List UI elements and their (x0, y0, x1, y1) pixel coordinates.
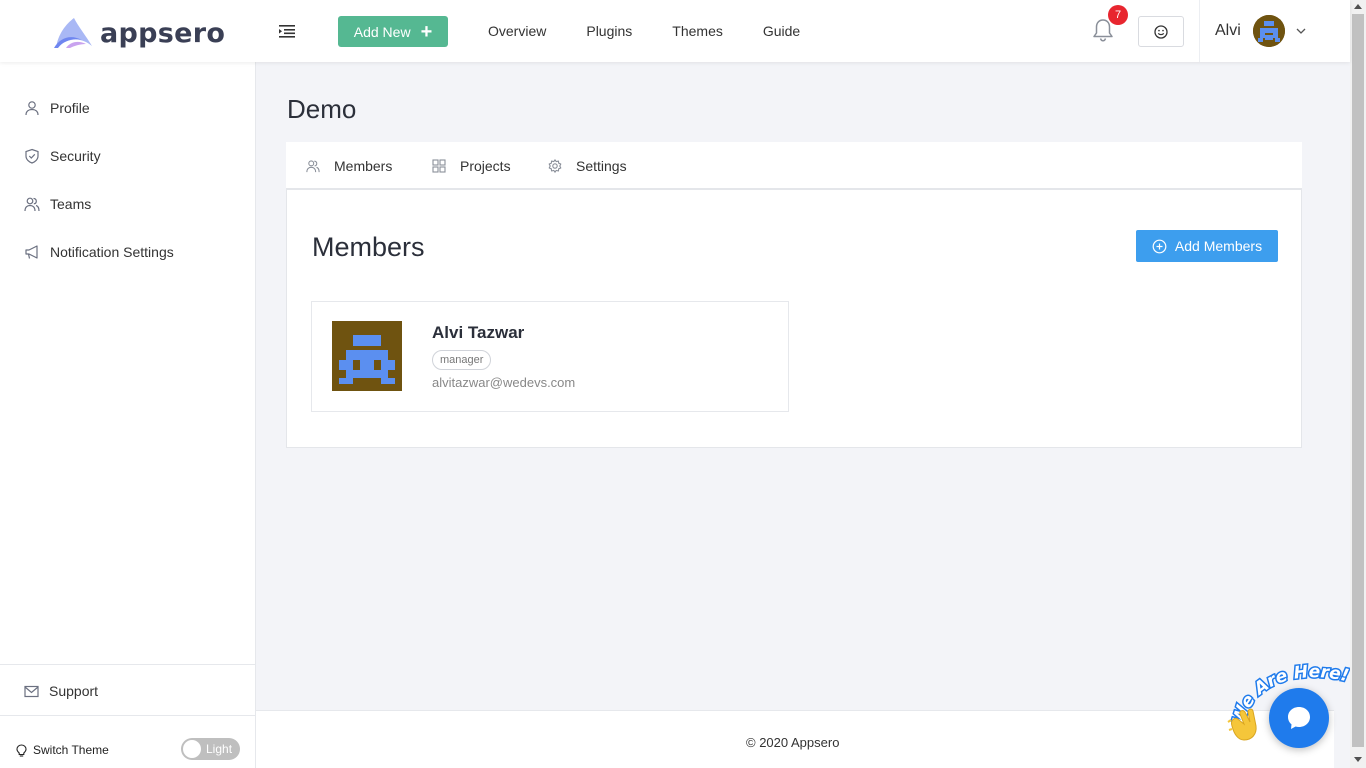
sidebar-item-label: Notification Settings (50, 244, 174, 260)
switch-theme-row: Switch Theme Light (16, 738, 246, 764)
brand-name: appsero (100, 17, 226, 49)
nav-overview[interactable]: Overview (488, 23, 546, 39)
appsero-logo[interactable]: appsero (52, 16, 225, 50)
sidebar: Profile Security Teams Notification Sett… (0, 62, 256, 768)
member-name: Alvi Tazwar (432, 323, 525, 342)
sidebar-item-security[interactable]: Security (24, 148, 101, 164)
menu-toggle-icon[interactable] (278, 22, 296, 40)
add-members-label: Add Members (1174, 238, 1263, 254)
add-new-label: Add New (353, 23, 411, 40)
chat-icon (1288, 707, 1310, 729)
support-label: Support (49, 683, 99, 699)
sidebar-item-teams[interactable]: Teams (24, 196, 91, 212)
user-name[interactable]: Alvi (1215, 22, 1241, 40)
add-new-button[interactable]: Add New + (338, 16, 448, 47)
page-title: Demo (287, 94, 357, 124)
toggle-knob (183, 740, 201, 758)
member-email: alvitazwar@wedevs.com (432, 375, 576, 390)
team-icon (306, 160, 320, 173)
appsero-logo-icon (54, 18, 92, 48)
chat-launcher-button[interactable] (1269, 688, 1329, 748)
scroll-up-arrow-icon[interactable] (1354, 4, 1362, 9)
notification-count-badge: 7 (1108, 5, 1128, 25)
shield-icon (25, 148, 39, 164)
tab-members[interactable]: Members (306, 158, 392, 174)
user-avatar[interactable] (1253, 15, 1285, 47)
nav-guide[interactable]: Guide (763, 23, 800, 39)
top-nav: Overview Plugins Themes Guide (488, 23, 800, 39)
tab-projects[interactable]: Projects (432, 158, 511, 174)
members-panel: Members Add Members Alvi Tazwar manager … (286, 190, 1302, 448)
header-divider (1199, 0, 1200, 62)
add-members-button[interactable]: Add Members (1136, 230, 1278, 262)
sidebar-item-label: Teams (50, 196, 92, 212)
scroll-down-arrow-icon[interactable] (1354, 757, 1362, 762)
plus-circle-icon (1152, 239, 1167, 253)
page-scrollbar[interactable] (1350, 0, 1366, 768)
tab-label: Projects (460, 158, 511, 174)
sidebar-item-profile[interactable]: Profile (24, 100, 90, 116)
nav-themes[interactable]: Themes (672, 23, 723, 39)
plus-icon: + (420, 20, 433, 43)
switch-theme-label: Switch Theme (33, 743, 109, 757)
megaphone-icon (25, 245, 38, 259)
tab-label: Settings (576, 158, 627, 174)
mail-icon (24, 685, 39, 697)
sidebar-support-section: Support (0, 664, 256, 716)
theme-toggle-label: Light (206, 742, 233, 756)
avatar-identicon (1253, 15, 1285, 47)
feedback-button[interactable] (1138, 16, 1184, 47)
sidebar-item-notification-settings[interactable]: Notification Settings (24, 244, 174, 260)
user-icon (25, 101, 39, 116)
member-role-badge: manager (432, 350, 492, 370)
project-tabs: Members Projects Settings (286, 142, 1302, 190)
gear-icon (548, 159, 562, 173)
top-header: appsero Add New + Overview Plugins Theme… (0, 0, 1350, 62)
tab-settings[interactable]: Settings (548, 158, 627, 174)
lightbulb-icon (16, 743, 27, 757)
switch-theme: Switch Theme (16, 743, 109, 757)
footer: © 2020 Appsero (256, 710, 1334, 768)
member-card: Alvi Tazwar manager alvitazwar@wedevs.co… (311, 301, 789, 412)
chevron-down-icon[interactable] (1295, 26, 1307, 36)
nav-plugins[interactable]: Plugins (586, 23, 632, 39)
smile-icon (1154, 24, 1168, 39)
copyright-text: © 2020 Appsero (746, 735, 840, 750)
tab-label: Members (334, 158, 393, 174)
grid-icon (432, 159, 446, 173)
support-link[interactable]: Support (24, 683, 98, 699)
avatar-identicon (332, 321, 402, 391)
members-heading: Members (312, 232, 425, 262)
theme-toggle[interactable]: Light (181, 738, 240, 760)
sidebar-item-label: Security (50, 148, 101, 164)
scroll-thumb[interactable] (1352, 14, 1364, 747)
team-icon (24, 197, 40, 212)
member-avatar (332, 321, 402, 391)
sidebar-item-label: Profile (50, 100, 90, 116)
